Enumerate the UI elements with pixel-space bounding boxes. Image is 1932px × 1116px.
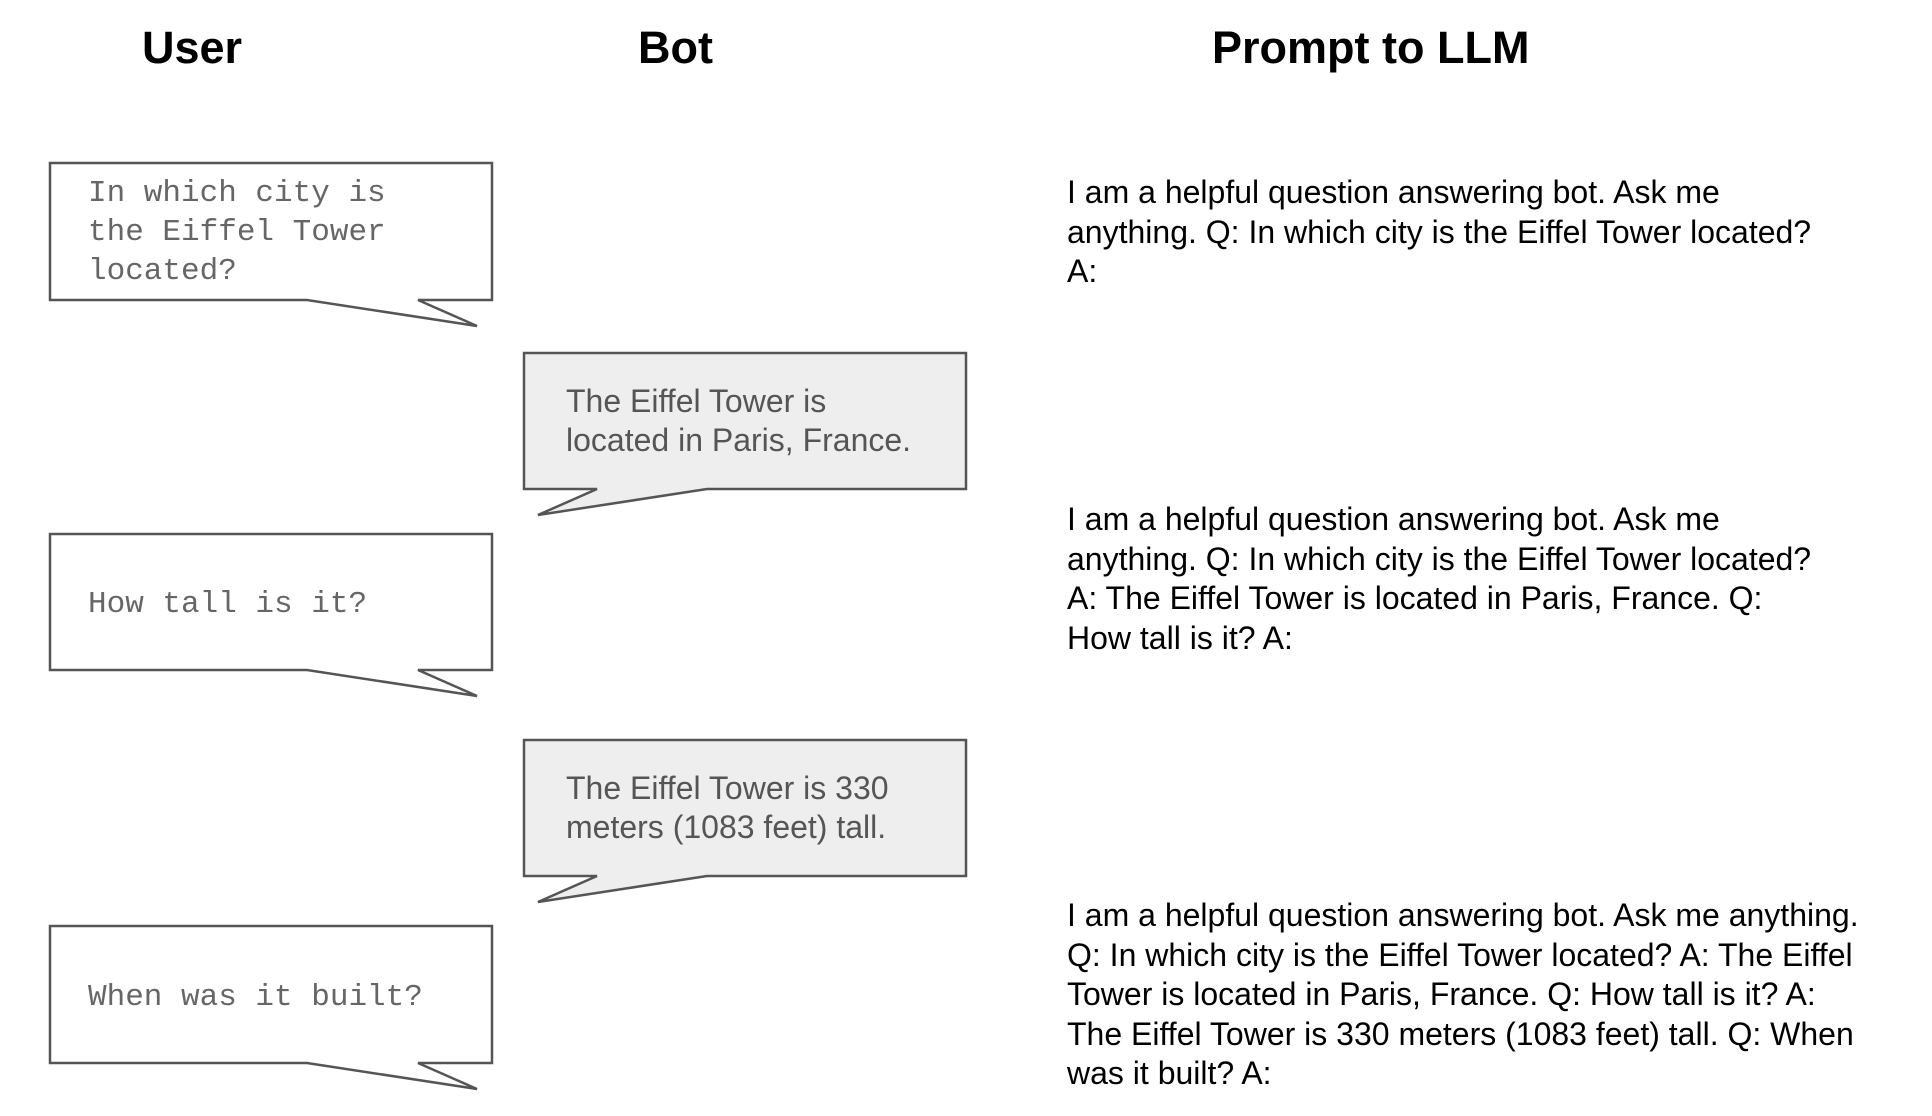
text-line: The Eiffel Tower is 330 meters (1083 fee… (1067, 1015, 1854, 1052)
text-line: How tall is it? (88, 587, 368, 622)
bot-message-1: The Eiffel Tower is located in Paris, Fr… (566, 382, 911, 460)
text-line: located in Paris, France. (566, 422, 912, 458)
text-line: located? (88, 254, 237, 289)
text-line: Tower is located in Paris, France. Q: Ho… (1067, 976, 1816, 1012)
text-line: A: (1067, 253, 1098, 289)
text-line: The Eiffel Tower is 330 (566, 770, 889, 806)
prompt-2: I am a helpful question answering bot. A… (1067, 500, 1811, 658)
text-line: meters (1083 feet) tall. (566, 809, 887, 845)
prompt-1: I am a helpful question answering bot. A… (1067, 173, 1811, 292)
bot-message-2: The Eiffel Tower is 330 meters (1083 fee… (566, 769, 889, 847)
text-line: In which city is (88, 176, 386, 211)
prompt-3: I am a helpful question answering bot. A… (1067, 896, 1859, 1094)
text-line: Q: In which city is the Eiffel Tower loc… (1067, 936, 1853, 973)
text-line: A: The Eiffel Tower is located in Paris,… (1067, 580, 1763, 616)
text-line: How tall is it? A: (1067, 619, 1293, 656)
text-line: the Eiffel Tower (88, 215, 386, 250)
text-line: anything. Q: In which city is the Eiffel… (1067, 540, 1812, 577)
user-message-2: How tall is it? (88, 585, 367, 624)
text-line: I am a helpful question answering bot. A… (1067, 501, 1720, 537)
text-line: anything. Q: In which city is the Eiffel… (1067, 213, 1812, 250)
user-message-1: In which city is the Eiffel Tower locate… (88, 174, 386, 291)
text-line: I am a helpful question answering bot. A… (1067, 897, 1859, 933)
text-line: was it built? A: (1067, 1055, 1272, 1091)
user-message-3: When was it built? (88, 978, 423, 1017)
text-line: The Eiffel Tower is (566, 383, 827, 419)
text-line: I am a helpful question answering bot. A… (1067, 174, 1720, 210)
text-line: When was it built? (88, 980, 423, 1015)
